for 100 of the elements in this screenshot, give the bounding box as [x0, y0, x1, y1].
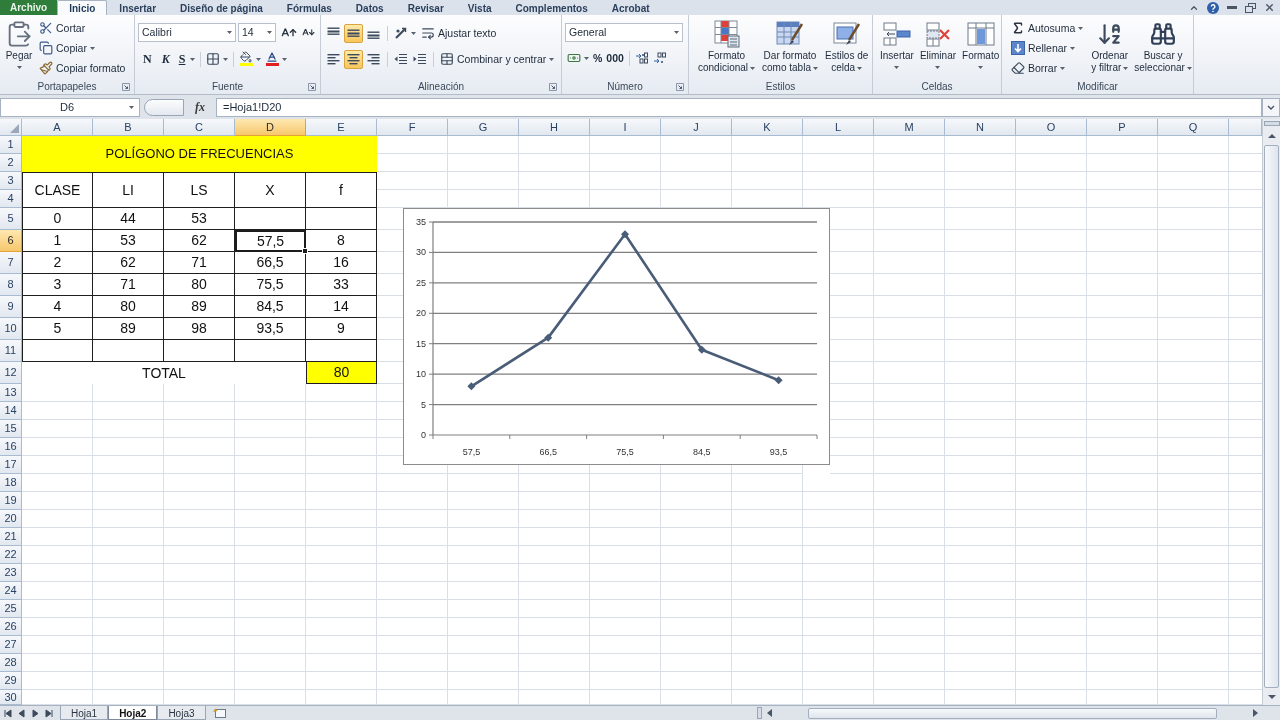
column-header[interactable]: I: [590, 119, 661, 136]
row-header[interactable]: 29: [0, 672, 22, 690]
fill-handle[interactable]: [302, 248, 308, 254]
row-header[interactable]: 9: [0, 296, 22, 318]
column-header[interactable]: F: [377, 119, 448, 136]
paste-button[interactable]: Pegar: [3, 18, 35, 78]
column-header[interactable]: O: [1016, 119, 1087, 136]
bold-button[interactable]: N: [138, 49, 157, 69]
help-icon[interactable]: [1207, 1, 1219, 14]
column-header[interactable]: B: [93, 119, 164, 136]
row-header[interactable]: 14: [0, 402, 22, 420]
last-sheet-icon[interactable]: [45, 708, 54, 718]
column-header[interactable]: N: [945, 119, 1016, 136]
ribbon-tab[interactable]: Datos: [343, 0, 396, 15]
dialog-launcher-icon[interactable]: [549, 82, 557, 91]
column-header[interactable]: Q: [1158, 119, 1229, 136]
expand-formula-bar-icon[interactable]: [1262, 97, 1280, 117]
column-header[interactable]: A: [22, 119, 93, 136]
close-icon[interactable]: [1264, 2, 1275, 13]
cut-button[interactable]: Cortar: [37, 18, 128, 38]
font-size-combobox[interactable]: 14: [238, 23, 276, 42]
sheet-tab[interactable]: Hoja1: [60, 706, 109, 720]
ribbon-tab[interactable]: Vista: [455, 0, 504, 15]
next-sheet-icon[interactable]: [31, 708, 40, 718]
increase-decimal-icon[interactable]: [634, 52, 649, 64]
insert-function-button[interactable]: fx: [184, 97, 216, 117]
row-header[interactable]: 12: [0, 362, 22, 384]
column-header[interactable]: C: [164, 119, 235, 136]
dialog-launcher-icon[interactable]: [308, 82, 316, 91]
alignment-button[interactable]: [344, 23, 363, 43]
ribbon-tab[interactable]: Acrobat: [599, 0, 662, 15]
restore-icon[interactable]: [1245, 2, 1256, 13]
decrease-indent-icon[interactable]: [394, 53, 408, 65]
styles-button[interactable]: Dar formato como tabla: [760, 18, 820, 78]
cells-button[interactable]: Insertar: [878, 18, 916, 78]
alignment-button[interactable]: [344, 49, 363, 69]
cells-button[interactable]: Formato: [960, 18, 1002, 78]
row-header[interactable]: 4: [0, 190, 22, 208]
copy-button[interactable]: Copiar: [37, 38, 128, 58]
previous-sheet-icon[interactable]: [17, 708, 26, 718]
row-header[interactable]: 25: [0, 600, 22, 618]
row-header[interactable]: 18: [0, 474, 22, 492]
column-header[interactable]: L: [803, 119, 874, 136]
row-header[interactable]: 19: [0, 492, 22, 510]
row-header[interactable]: 2: [0, 154, 22, 172]
ribbon-tab[interactable]: Diseño de página: [168, 0, 275, 15]
column-header[interactable]: D: [235, 119, 306, 136]
number-format-combobox[interactable]: General: [565, 23, 683, 42]
vertical-scrollbar-thumb[interactable]: [1264, 145, 1279, 688]
name-box[interactable]: D6: [0, 97, 140, 117]
column-header[interactable]: P: [1087, 119, 1158, 136]
first-sheet-icon[interactable]: [3, 708, 12, 718]
styles-button[interactable]: Formato condicional: [696, 18, 758, 78]
autosum-button[interactable]: Autosuma: [1009, 18, 1086, 38]
underline-button[interactable]: S: [174, 49, 198, 69]
row-header[interactable]: 6: [0, 230, 22, 252]
wrap-text-button[interactable]: Ajustar texto: [419, 23, 499, 43]
column-header[interactable]: E: [306, 119, 377, 136]
ribbon-tab[interactable]: Insertar: [107, 0, 169, 15]
row-header[interactable]: 5: [0, 208, 22, 230]
row-header[interactable]: 13: [0, 384, 22, 402]
percent-button[interactable]: %: [591, 48, 605, 68]
file-tab[interactable]: Archivo: [0, 0, 58, 15]
row-header[interactable]: 10: [0, 318, 22, 340]
column-header[interactable]: K: [732, 119, 803, 136]
row-header[interactable]: 1: [0, 136, 22, 154]
ribbon-tab[interactable]: Fórmulas: [274, 0, 344, 15]
thousands-button[interactable]: 000: [604, 48, 626, 68]
row-header[interactable]: 28: [0, 654, 22, 672]
find-select-button[interactable]: Buscar y seleccionar: [1132, 18, 1194, 78]
sheet-tab[interactable]: Hoja3: [157, 706, 206, 720]
decrease-decimal-icon[interactable]: [652, 52, 667, 64]
row-header[interactable]: 23: [0, 564, 22, 582]
cells-button[interactable]: Eliminar: [917, 18, 959, 78]
sort-filter-button[interactable]: Ordenar y filtrar: [1089, 18, 1131, 78]
italic-button[interactable]: K: [156, 49, 175, 69]
select-all-icon[interactable]: [10, 124, 19, 133]
row-header[interactable]: 26: [0, 618, 22, 636]
row-header[interactable]: 11: [0, 340, 22, 362]
splitter-handle[interactable]: [144, 98, 184, 116]
fill-color-button[interactable]: [237, 49, 264, 69]
column-header[interactable]: M: [874, 119, 945, 136]
dialog-launcher-icon[interactable]: [122, 82, 130, 91]
font-name-combobox[interactable]: Calibri: [138, 23, 236, 42]
clear-button[interactable]: Borrar: [1009, 58, 1086, 78]
format-painter-button[interactable]: Copiar formato: [37, 58, 128, 78]
row-header[interactable]: 27: [0, 636, 22, 654]
row-header[interactable]: 7: [0, 252, 22, 274]
row-header[interactable]: 21: [0, 528, 22, 546]
formula-field[interactable]: =Hoja1!D20: [216, 97, 1262, 117]
row-header[interactable]: 16: [0, 438, 22, 456]
minimize-icon[interactable]: [1227, 6, 1237, 9]
column-header[interactable]: H: [519, 119, 590, 136]
merge-center-button[interactable]: Combinar y centrar: [438, 49, 557, 69]
row-header[interactable]: 15: [0, 420, 22, 438]
column-header[interactable]: J: [661, 119, 732, 136]
new-sheet-icon[interactable]: [211, 707, 228, 719]
row-header[interactable]: 24: [0, 582, 22, 600]
styles-button[interactable]: Estilos de celda: [822, 18, 871, 78]
sheet-tab[interactable]: Hoja2: [108, 706, 158, 720]
